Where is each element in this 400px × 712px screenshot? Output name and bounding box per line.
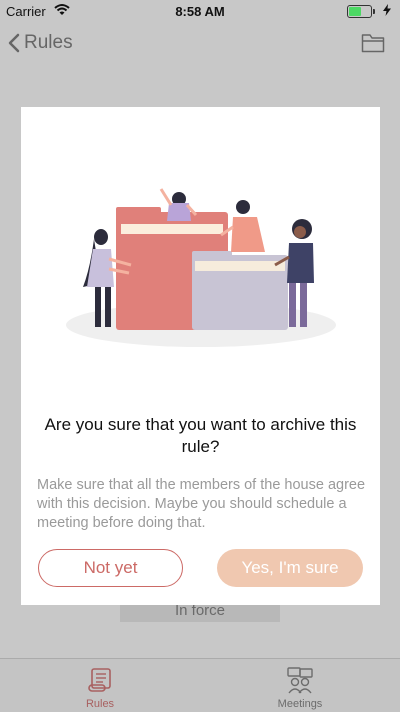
tab-rules[interactable]: Rules [0, 659, 200, 712]
tab-meetings[interactable]: Meetings [200, 659, 400, 712]
tab-rules-label: Rules [85, 698, 115, 710]
team-folders-illustration [66, 188, 336, 347]
meetings-icon [287, 667, 313, 694]
confirm-archive-button[interactable]: Yes, I'm sure [217, 549, 363, 587]
battery-tip [373, 9, 375, 14]
archive-confirmation-dialog: Are you sure that you want to archive th… [21, 107, 380, 605]
folder-icon[interactable] [361, 33, 385, 53]
chevron-left-icon [8, 33, 20, 53]
tab-bar: Rules Meetings [0, 658, 400, 712]
tab-meetings-label: Meetings [277, 698, 323, 710]
dialog-message: Make sure that all the members of the ho… [37, 477, 366, 531]
battery-icon [347, 5, 375, 18]
not-yet-button[interactable]: Not yet [38, 549, 183, 587]
battery-level [349, 7, 361, 16]
charging-bolt-icon [383, 4, 391, 16]
back-button[interactable]: Rules [8, 32, 73, 54]
dialog-title: Are you sure that you want to archive th… [44, 415, 357, 456]
status-bar: Carrier 8:58 AM [0, 0, 400, 22]
back-label: Rules [24, 32, 73, 53]
clock: 8:58 AM [175, 4, 225, 19]
navigation-bar: Rules [0, 22, 400, 68]
scroll-icon [88, 668, 111, 692]
